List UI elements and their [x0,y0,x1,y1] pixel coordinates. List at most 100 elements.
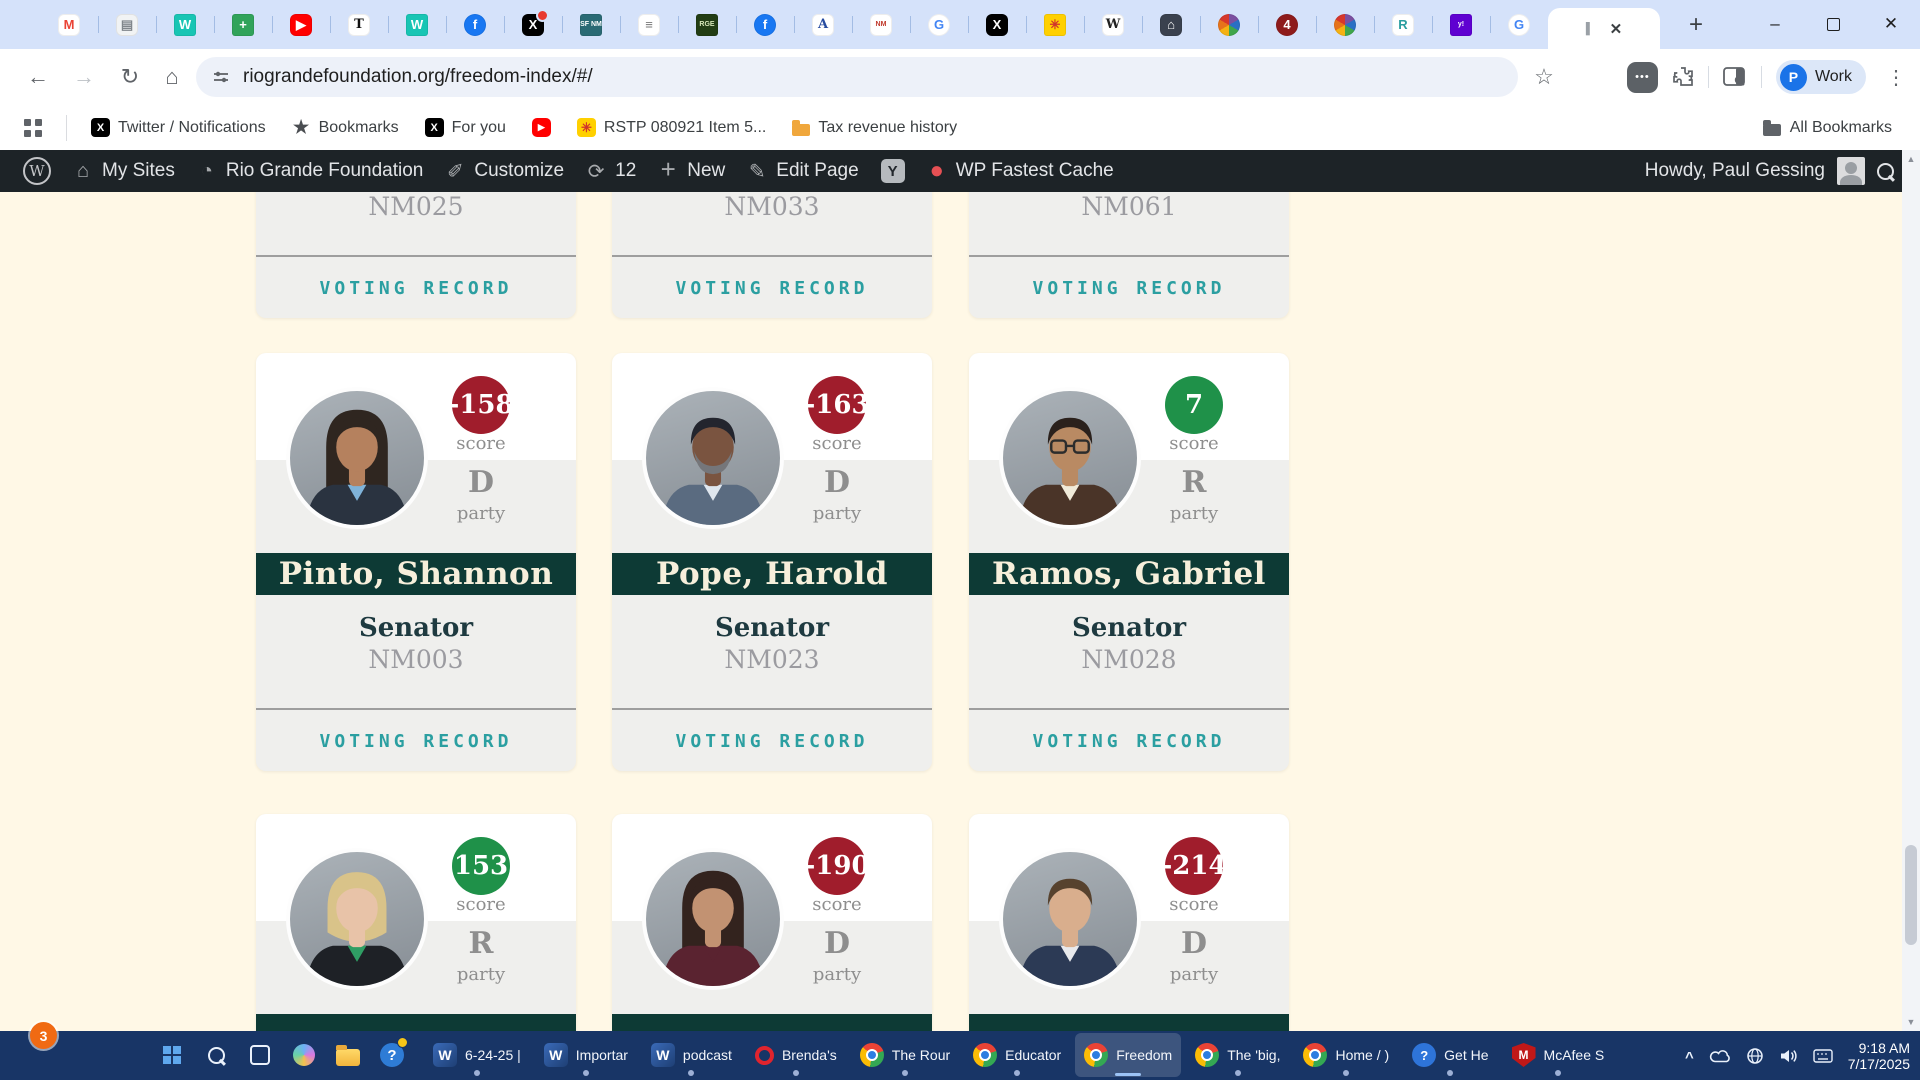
wp-menu-yoast[interactable]: Y [870,150,916,192]
taskbar-window-educator[interactable]: Educator [964,1033,1070,1077]
pinned-tab-google[interactable]: G [1490,0,1548,49]
taskbar-copilot-button[interactable] [282,1033,326,1077]
bookmark-tax-revenue-history[interactable]: Tax revenue history [792,119,957,137]
password-manager-icon[interactable]: ••• [1627,62,1658,93]
back-button[interactable]: ← [16,49,60,105]
taskbar-window-podcast[interactable]: podcast [642,1033,741,1077]
onedrive-cloud-icon[interactable] [1709,1048,1731,1063]
taskbar-file-explorer-button[interactable] [326,1033,370,1077]
wp-menu-customize[interactable]: ✐Customize [434,150,575,192]
voting-record-link[interactable]: VOTING RECORD [969,278,1289,299]
taskbar-window-importar[interactable]: Importar [535,1033,637,1077]
pinned-tab-notes-app[interactable]: ▤ [98,0,156,49]
voting-record-link[interactable]: VOTING RECORD [969,731,1289,752]
wp-menu-edit-page[interactable]: ✎Edit Page [736,150,869,192]
address-bar[interactable]: riograndefoundation.org/freedom-index/#/ [196,57,1518,97]
voting-record-link[interactable]: VOTING RECORD [612,278,932,299]
wp-menu-rio-grande-foundation[interactable]: ◔Rio Grande Foundation [186,150,435,192]
pinned-tab-nm-political-report[interactable]: NM [852,0,910,49]
pinned-tab-yahoo[interactable]: y! [1432,0,1490,49]
wp-howdy-label[interactable]: Howdy, Paul Gessing [1645,160,1825,182]
pinned-tab-rio-grande-foundation[interactable]: R [1374,0,1432,49]
all-bookmarks-button[interactable]: All Bookmarks [1763,119,1892,137]
pinned-tab-white-house[interactable]: ⌂ [1142,0,1200,49]
site-info-icon[interactable] [212,68,230,86]
side-panel-search-icon[interactable] [1723,67,1747,87]
close-button[interactable]: ✕ [1862,0,1920,48]
pinned-tab-youtube[interactable]: ▶ [272,0,330,49]
touch-keyboard-icon[interactable] [1813,1049,1833,1063]
wp-menu-new[interactable]: +New [647,150,736,192]
wp-menu-my-sites[interactable]: ⌂My Sites [62,150,186,192]
tab-close-icon[interactable]: ✕ [1610,20,1623,38]
pinned-tab-sf-new-mexican[interactable]: SF NM [562,0,620,49]
pinned-tab-gmail[interactable]: M [40,0,98,49]
profile-chip[interactable]: P Work [1776,60,1866,94]
bookmark-bookmarks[interactable]: ★Bookmarks [292,118,399,137]
new-tab-button[interactable]: + [1680,9,1712,41]
taskbar-window-the-rour[interactable]: The Rour [851,1033,959,1077]
taskbar-window-get-he[interactable]: Get He [1403,1033,1497,1077]
bookmark-rstp-080921-item-5-[interactable]: ✳RSTP 080921 Item 5... [577,118,766,137]
scroll-down-arrow[interactable]: ▼ [1902,1013,1920,1031]
wp-menu-12[interactable]: ⟳12 [575,150,647,192]
home-button[interactable]: ⌂ [150,49,194,105]
voting-record-link[interactable]: VOTING RECORD [256,731,576,752]
taskbar-window-label: Home / ) [1335,1047,1389,1063]
pinned-tab-x-twitter[interactable]: X [968,0,1026,49]
pinned-tab-nbc-news[interactable] [1200,0,1258,49]
pinned-tab-green-cross[interactable]: + [214,0,272,49]
pinned-tab-x-twitter[interactable]: X [504,0,562,49]
taskbar-window-6-24-25-[interactable]: 6-24-25 | [424,1033,530,1077]
taskbar-task-view-button[interactable] [238,1033,282,1077]
taskbar-help-button[interactable]: ? [370,1033,414,1077]
pinned-tab-nytimes[interactable]: T [330,0,388,49]
wp-user-avatar[interactable] [1837,157,1865,185]
pinned-tab-google[interactable]: G [910,0,968,49]
browser-menu-icon[interactable]: ⋮ [1880,65,1912,90]
pinned-tab-news-site[interactable]: ≡ [620,0,678,49]
bookmark-twitter-notifications[interactable]: XTwitter / Notifications [91,118,266,137]
pinned-tab-wave-w[interactable]: W [156,0,214,49]
tray-chevron-icon[interactable]: ^ [1685,1049,1694,1066]
extensions-puzzle-icon[interactable] [1672,66,1694,88]
site-icon: ◔ [197,160,217,183]
maximize-button[interactable] [1804,0,1862,48]
pinned-tab-facebook[interactable]: f [736,0,794,49]
taskbar-window-freedom[interactable]: Freedom [1075,1033,1181,1077]
taskbar-window-brenda-s[interactable]: Brenda's [746,1033,846,1077]
voting-record-link[interactable]: VOTING RECORD [612,731,932,752]
taskbar-clock[interactable]: 9:18 AM 7/17/2025 [1848,1040,1910,1072]
pinned-tab-abq-journal[interactable]: A [794,0,852,49]
wp-search-icon[interactable] [1877,163,1894,180]
bookmark-youtube[interactable]: ▶ [532,118,551,137]
apps-grid-icon[interactable] [24,119,42,137]
notification-count-badge[interactable]: 3 [30,1022,57,1049]
page-scrollbar[interactable]: ▲ ▼ [1902,150,1920,1031]
voting-record-link[interactable]: VOTING RECORD [256,278,576,299]
reload-button[interactable]: ↻ [108,49,152,105]
pinned-tab-kob4[interactable]: 4 [1258,0,1316,49]
bookmark-for-you[interactable]: XFor you [425,118,506,137]
wp-menu-wp-fastest-cache[interactable]: ●WP Fastest Cache [916,150,1125,192]
pinned-tab-wave-w[interactable]: W [388,0,446,49]
taskbar-start-button[interactable] [150,1033,194,1077]
network-globe-icon[interactable] [1746,1047,1764,1065]
taskbar-search-button[interactable] [194,1033,238,1077]
forward-button[interactable]: → [62,49,106,105]
scrollbar-thumb[interactable] [1905,845,1917,945]
pinned-tab-wikipedia[interactable]: W [1084,0,1142,49]
scroll-up-arrow[interactable]: ▲ [1902,150,1920,168]
volume-icon[interactable] [1779,1048,1798,1064]
taskbar-window-mcafee-s[interactable]: McAfee S [1503,1033,1614,1077]
wp-menu-wp-logo[interactable]: W [12,150,62,192]
pinned-tab-nbc-news[interactable] [1316,0,1374,49]
minimize-button[interactable]: – [1746,0,1804,48]
pinned-tab-zia-new-mexico[interactable]: ✳ [1026,0,1084,49]
pinned-tab-facebook[interactable]: f [446,0,504,49]
bookmark-star-icon[interactable]: ☆ [1522,49,1566,105]
taskbar-window-home-[interactable]: Home / ) [1294,1033,1398,1077]
active-tab[interactable]: ▌ ✕ [1548,8,1660,49]
taskbar-window-the-big-[interactable]: The 'big, [1186,1033,1289,1077]
pinned-tab-rge[interactable]: RGE [678,0,736,49]
